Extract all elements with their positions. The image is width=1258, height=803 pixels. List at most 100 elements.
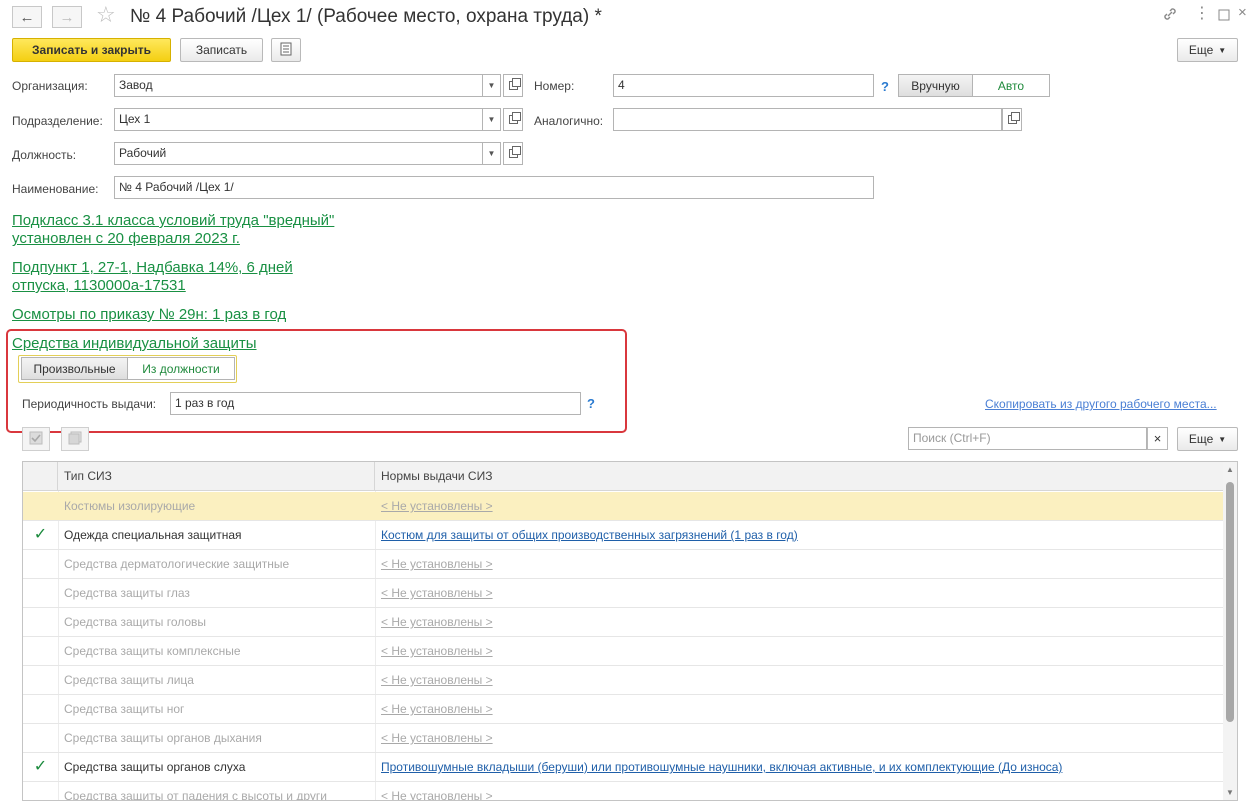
row-ppe-type: Средства защиты головы (64, 615, 207, 629)
analog-field[interactable] (613, 108, 1002, 131)
row-ppe-norm-link[interactable]: < Не установлены > (381, 550, 1221, 578)
row-ppe-norm-link[interactable]: < Не установлены > (381, 666, 1221, 694)
org-label: Организация: (12, 79, 88, 93)
number-field[interactable]: 4 (613, 74, 874, 97)
scroll-up-icon[interactable]: ▲ (1226, 465, 1234, 474)
ppe-link[interactable]: Средства индивидуальной защиты (12, 335, 257, 353)
row-ppe-type: Средства дерматологические защитные (64, 557, 290, 571)
medical-exams-link[interactable]: Осмотры по приказу № 29н: 1 раз в год (12, 306, 286, 324)
row-ppe-norm-link[interactable]: < Не установлены > (381, 608, 1221, 636)
periodicity-help-icon[interactable]: ? (587, 396, 595, 411)
header-ppe-norms[interactable]: Нормы выдачи СИЗ (375, 462, 1223, 491)
link-icon[interactable] (1162, 6, 1178, 25)
row-check-icon[interactable] (23, 695, 58, 723)
row-ppe-norm-link[interactable]: < Не установлены > (381, 724, 1221, 752)
search-input[interactable]: Поиск (Ctrl+F) (908, 427, 1147, 450)
position-dropdown-button[interactable]: ▼ (483, 142, 501, 165)
position-field[interactable]: Рабочий (114, 142, 483, 165)
org-field[interactable]: Завод (114, 74, 483, 97)
row-check-icon[interactable]: ✓ (23, 753, 58, 781)
favorite-star-icon[interactable]: ☆ (96, 4, 116, 26)
row-check-icon[interactable] (23, 608, 58, 636)
position-label: Должность: (12, 148, 77, 162)
row-ppe-norm-link[interactable]: < Не установлены > (381, 637, 1221, 665)
name-label: Наименование: (12, 182, 99, 196)
number-mode-toggle[interactable]: Вручную Авто (898, 74, 1050, 97)
close-icon[interactable]: × (1238, 5, 1247, 20)
table-row[interactable]: Средства защиты ног < Не установлены > (23, 695, 1223, 724)
search-clear-button[interactable]: × (1147, 427, 1168, 450)
save-button[interactable]: Записать (180, 38, 263, 62)
table-row[interactable]: Средства защиты глаз < Не установлены > (23, 579, 1223, 608)
chevron-down-icon: ▼ (487, 149, 496, 158)
row-ppe-type: Одежда специальная защитная (64, 528, 242, 542)
row-check-icon[interactable]: ✓ (23, 521, 58, 549)
scroll-down-icon[interactable]: ▼ (1226, 788, 1234, 797)
table-row[interactable]: Средства дерматологические защитные < Не … (23, 550, 1223, 579)
ppe-mode-custom[interactable]: Произвольные (22, 358, 128, 379)
menu-dots-icon[interactable]: ⋮ (1194, 6, 1210, 22)
arrow-right-icon: → (59, 8, 75, 26)
forward-button[interactable]: → (52, 6, 82, 28)
dept-field[interactable]: Цех 1 (114, 108, 483, 131)
dept-label: Подразделение: (12, 114, 103, 128)
table-row[interactable]: Средства защиты от падения с высоты и др… (23, 782, 1223, 800)
maximize-icon[interactable] (1218, 9, 1230, 24)
uncheck-all-button[interactable] (61, 427, 89, 451)
periodicity-field[interactable]: 1 раз в год (170, 392, 581, 415)
back-button[interactable]: ← (12, 6, 42, 28)
table-row[interactable]: ✓ Средства защиты органов слуха Противошум… (23, 753, 1223, 782)
table-row[interactable]: Средства защиты лица < Не установлены > (23, 666, 1223, 695)
report-button[interactable] (271, 38, 301, 62)
name-field[interactable]: № 4 Рабочий /Цех 1/ (114, 176, 874, 199)
row-ppe-norm-link[interactable]: < Не установлены > (381, 579, 1221, 607)
ppe-mode-toggle[interactable]: Произвольные Из должности (21, 357, 235, 380)
analog-open-button[interactable] (1002, 108, 1022, 131)
table-row[interactable]: Средства защиты органов дыхания < Не уста… (23, 724, 1223, 753)
row-ppe-norm-link[interactable]: Костюм для защиты от общих производствен… (381, 521, 1221, 549)
position-open-button[interactable] (503, 142, 523, 165)
ppe-mode-from-position[interactable]: Из должности (128, 358, 234, 379)
header-ppe-type[interactable]: Тип СИЗ (58, 462, 375, 491)
row-check-icon[interactable] (23, 637, 58, 665)
row-check-icon[interactable] (23, 550, 58, 578)
table-header: Тип СИЗ Нормы выдачи СИЗ (23, 462, 1223, 491)
row-check-icon[interactable] (23, 782, 58, 800)
table-row[interactable]: ✓ Одежда специальная защитная Костюм для з… (23, 521, 1223, 550)
number-label: Номер: (534, 79, 575, 93)
more-button[interactable]: Еще ▼ (1177, 38, 1238, 62)
row-ppe-type: Средства защиты лица (64, 673, 194, 687)
table-row[interactable]: Костюмы изолирующие < Не установлены > (23, 492, 1223, 521)
subpoint-link-line1[interactable]: Подпункт 1, 27-1, Надбавка 14%, 6 дней (12, 259, 293, 277)
open-icon (508, 146, 521, 158)
ppe-table[interactable]: Тип СИЗ Нормы выдачи СИЗ Костюмы изолиру… (22, 461, 1238, 801)
row-ppe-norm-link[interactable]: < Не установлены > (381, 782, 1221, 800)
copy-from-other-workplace-link[interactable]: Скопировать из другого рабочего места... (985, 397, 1217, 411)
row-check-icon[interactable] (23, 579, 58, 607)
mode-auto-option[interactable]: Авто (973, 75, 1049, 96)
row-ppe-norm-link[interactable]: Противошумные вкладыши (беруши) или прот… (381, 753, 1221, 781)
row-ppe-type: Средства защиты комплексные (64, 644, 241, 658)
mode-manual-option[interactable]: Вручную (899, 75, 973, 96)
check-all-button[interactable] (22, 427, 50, 451)
row-ppe-norm-link[interactable]: < Не установлены > (381, 695, 1221, 723)
uncheck-all-icon (68, 431, 82, 448)
scrollbar-thumb[interactable] (1226, 482, 1234, 722)
save-and-close-button[interactable]: Записать и закрыть (12, 38, 171, 62)
number-help-icon[interactable]: ? (881, 79, 889, 94)
dept-dropdown-button[interactable]: ▼ (483, 108, 501, 131)
vertical-scrollbar[interactable]: ▲ ▼ (1223, 462, 1237, 800)
table-more-button[interactable]: Еще ▼ (1177, 427, 1238, 451)
row-ppe-norm-link[interactable]: < Не установлены > (381, 492, 1221, 520)
dept-open-button[interactable] (503, 108, 523, 131)
work-class-link-line2[interactable]: установлен с 20 февраля 2023 г. (12, 230, 240, 248)
table-row[interactable]: Средства защиты головы < Не установлены > (23, 608, 1223, 637)
table-row[interactable]: Средства защиты комплексные < Не установл… (23, 637, 1223, 666)
org-open-button[interactable] (503, 74, 523, 97)
row-check-icon[interactable] (23, 492, 58, 520)
work-class-link-line1[interactable]: Подкласс 3.1 класса условий труда "вредн… (12, 212, 334, 230)
row-check-icon[interactable] (23, 666, 58, 694)
org-dropdown-button[interactable]: ▼ (483, 74, 501, 97)
row-check-icon[interactable] (23, 724, 58, 752)
subpoint-link-line2[interactable]: отпуска, 1130000а-17531 (12, 277, 186, 295)
